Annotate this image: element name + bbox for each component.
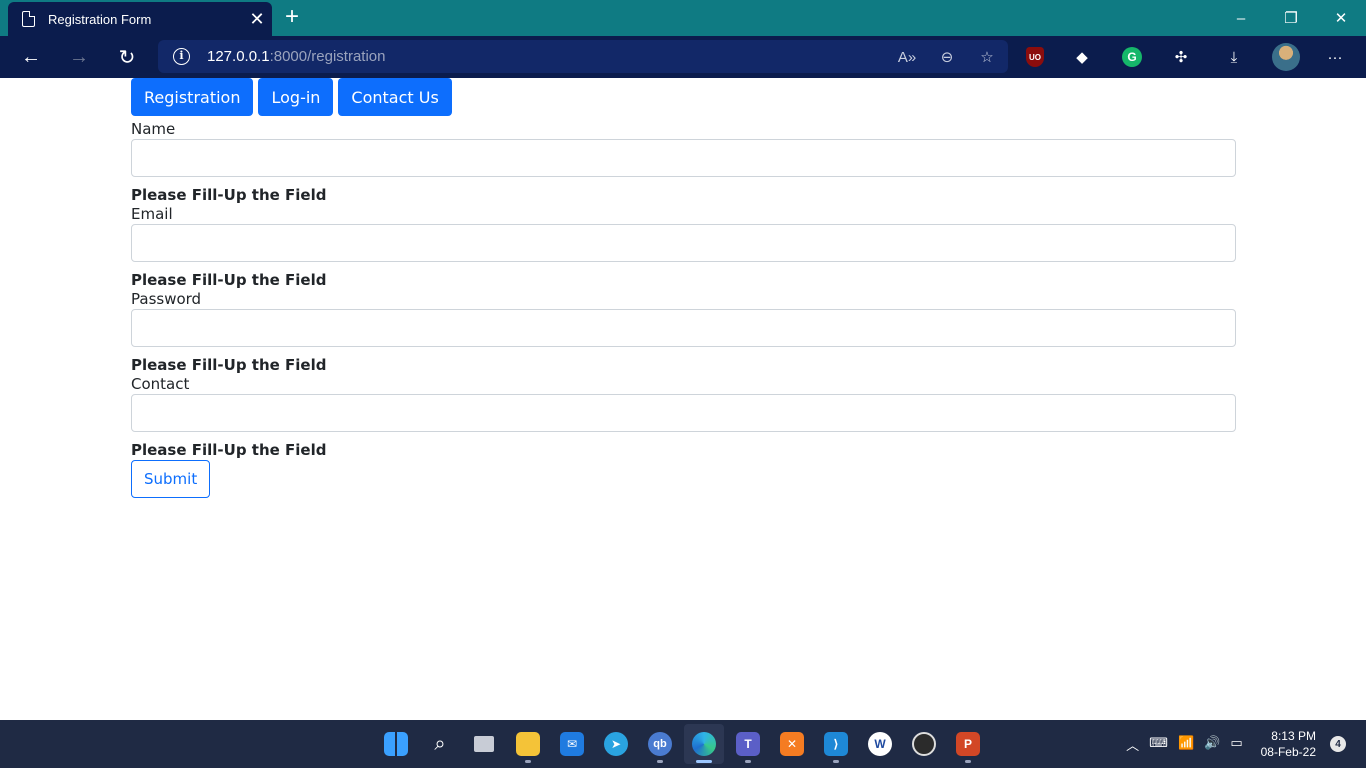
page-content: Registration Log-in Contact Us Name Plea… xyxy=(0,78,1366,720)
qbittorrent-icon[interactable]: qb xyxy=(640,724,680,764)
battery-icon[interactable]: ▭ xyxy=(1230,735,1242,754)
profile-avatar[interactable] xyxy=(1272,43,1300,71)
password-input[interactable] xyxy=(131,309,1236,347)
ublock-origin-icon[interactable]: UO xyxy=(1026,47,1044,67)
registration-button[interactable]: Registration xyxy=(131,78,254,116)
login-button[interactable]: Log-in xyxy=(258,78,334,116)
back-arrow-icon[interactable]: ← xyxy=(17,44,45,70)
nav-menu: Registration Log-in Contact Us xyxy=(131,78,452,116)
name-input[interactable] xyxy=(131,139,1236,177)
close-window-button[interactable]: ✕ xyxy=(1316,0,1366,36)
file-explorer-icon[interactable] xyxy=(508,724,548,764)
zoom-out-icon[interactable]: ⊖ xyxy=(936,46,958,68)
time: 8:13 PM xyxy=(1271,729,1316,743)
contact-error: Please Fill-Up the Field xyxy=(131,441,327,459)
browser-tab[interactable]: Registration Form ✕ xyxy=(8,2,272,36)
tab-title: Registration Form xyxy=(48,11,152,27)
url-text[interactable]: 127.0.0.1:8000/registration xyxy=(207,48,385,65)
teams-icon[interactable]: T xyxy=(728,724,768,764)
extensions-puzzle-icon[interactable]: ✣ xyxy=(1169,45,1193,69)
date: 08-Feb-22 xyxy=(1260,745,1316,759)
favorite-add-icon[interactable]: ☆ xyxy=(976,46,998,68)
submit-button[interactable]: Submit xyxy=(131,460,211,498)
window-controls: – ❐ ✕ xyxy=(1216,0,1366,36)
mail-icon[interactable]: ✉ xyxy=(552,724,592,764)
volume-icon[interactable]: 🔊 xyxy=(1204,735,1220,754)
system-tray: ︿ ⌨ 📶 🔊 ▭ 8:13 PM 08-Feb-22 4 xyxy=(1126,720,1366,768)
registration-form: Name Please Fill-Up the Field Email Plea… xyxy=(131,120,1236,498)
refresh-icon[interactable]: ↻ xyxy=(113,44,141,70)
powerpoint-icon[interactable]: P xyxy=(948,724,988,764)
taskbar-apps: ⌕ ✉ ➤ qb T ✕ ⟩ W P xyxy=(376,724,988,764)
minimize-button[interactable]: – xyxy=(1216,0,1266,36)
grammarly-icon[interactable]: G xyxy=(1122,47,1142,67)
email-group: Email Please Fill-Up the Field xyxy=(131,205,1236,290)
chevron-up-icon[interactable]: ︿ xyxy=(1126,735,1139,754)
clock[interactable]: 8:13 PM 08-Feb-22 xyxy=(1261,728,1316,760)
xampp-icon[interactable]: ✕ xyxy=(772,724,812,764)
browser-toolbar: ← → ↻ i 127.0.0.1:8000/registration A» ⊖… xyxy=(0,36,1366,78)
wifi-icon[interactable]: 📶 xyxy=(1178,735,1194,754)
contact-input[interactable] xyxy=(131,394,1236,432)
page-icon xyxy=(22,11,35,27)
browser-tab-bar: Registration Form ✕ + – ❐ ✕ xyxy=(0,0,1366,36)
password-group: Password Please Fill-Up the Field xyxy=(131,290,1236,375)
more-menu-icon[interactable]: ··· xyxy=(1323,45,1347,69)
contact-us-button[interactable]: Contact Us xyxy=(338,78,452,116)
vscode-icon[interactable]: ⟩ xyxy=(816,724,856,764)
download-icon[interactable]: ⤓ xyxy=(1222,45,1246,69)
forward-arrow-icon[interactable]: → xyxy=(65,44,93,70)
notification-badge[interactable]: 4 xyxy=(1330,736,1346,752)
taskbar: ⌕ ✉ ➤ qb T ✕ ⟩ W P ︿ ⌨ 📶 🔊 ▭ 8:13 PM 08-… xyxy=(0,720,1366,768)
app-icon[interactable]: W xyxy=(860,724,900,764)
telegram-icon[interactable]: ➤ xyxy=(596,724,636,764)
name-group: Name Please Fill-Up the Field xyxy=(131,120,1236,205)
email-input[interactable] xyxy=(131,224,1236,262)
extension-icon[interactable]: ◆ xyxy=(1070,45,1094,69)
obs-icon[interactable] xyxy=(904,724,944,764)
task-view-icon[interactable] xyxy=(464,724,504,764)
new-tab-button[interactable]: + xyxy=(280,4,304,30)
keyboard-icon[interactable]: ⌨ xyxy=(1149,735,1168,754)
read-aloud-icon[interactable]: A» xyxy=(896,46,918,68)
info-icon[interactable]: i xyxy=(173,48,190,65)
name-label: Name xyxy=(131,120,176,138)
close-tab-icon[interactable]: ✕ xyxy=(242,9,272,30)
address-bar[interactable]: i 127.0.0.1:8000/registration A» ⊖ ☆ xyxy=(158,40,1008,73)
start-icon[interactable] xyxy=(376,724,416,764)
search-icon[interactable]: ⌕ xyxy=(420,724,460,764)
contact-group: Contact Please Fill-Up the Field xyxy=(131,375,1236,460)
restore-button[interactable]: ❐ xyxy=(1266,0,1316,36)
edge-icon[interactable] xyxy=(684,724,724,764)
